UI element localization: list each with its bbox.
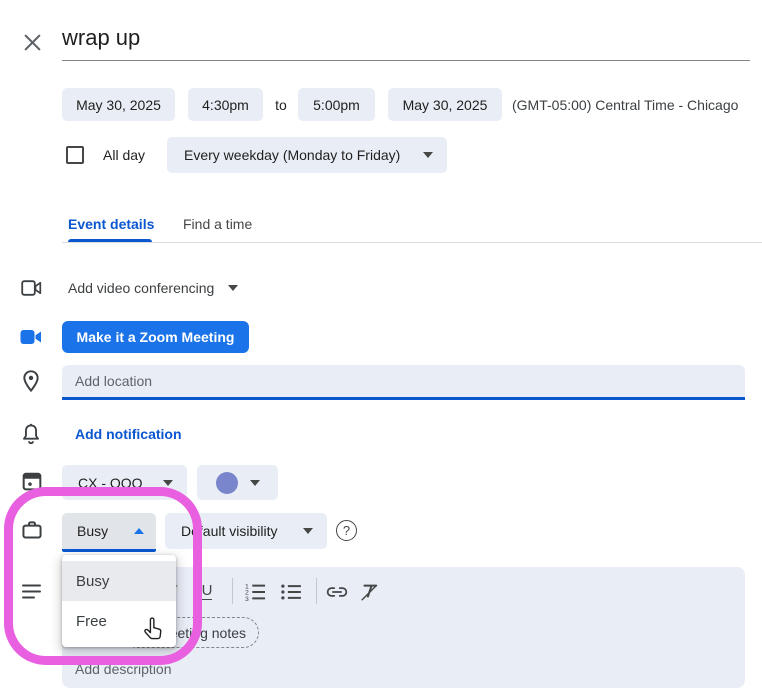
end-time-chip[interactable]: 5:00pm — [298, 88, 375, 121]
busy-free-menu: Busy Free — [62, 555, 176, 647]
description-lines-icon — [22, 584, 41, 599]
timezone-label[interactable]: (GMT-05:00) Central Time - Chicago — [512, 88, 738, 121]
bulleted-list-icon — [280, 583, 302, 601]
tab-find-a-time[interactable]: Find a time — [183, 216, 252, 232]
numbered-list-button[interactable]: 1 2 3 — [242, 579, 268, 604]
all-day-checkbox[interactable] — [66, 146, 84, 164]
visibility-value: Default visibility — [181, 523, 277, 539]
briefcase-icon — [22, 520, 42, 539]
busy-free-select[interactable]: Busy — [62, 513, 156, 552]
tab-event-details[interactable]: Event details — [68, 216, 154, 232]
event-color-swatch — [216, 472, 238, 494]
menu-item-busy[interactable]: Busy — [62, 561, 176, 601]
event-title-input[interactable]: wrap up — [62, 25, 140, 51]
make-zoom-meeting-button[interactable]: Make it a Zoom Meeting — [62, 321, 249, 353]
chevron-down-icon — [228, 285, 238, 291]
event-edit-dialog: wrap up May 30, 2025 4:30pm to 5:00pm Ma… — [0, 0, 762, 691]
underline-icon: U — [202, 583, 213, 600]
location-pin-icon — [21, 370, 41, 394]
menu-item-free[interactable]: Free — [62, 601, 176, 641]
insert-link-button[interactable] — [324, 579, 350, 604]
calendar-select[interactable]: CX - OOO — [62, 465, 187, 500]
all-day-label: All day — [103, 137, 145, 173]
recurrence-value: Every weekday (Monday to Friday) — [184, 147, 400, 163]
bell-icon — [21, 423, 41, 445]
add-notification-button[interactable]: Add notification — [75, 426, 182, 442]
close-icon — [23, 33, 42, 52]
close-button[interactable] — [20, 30, 44, 54]
title-underline — [62, 60, 750, 61]
tabs-divider — [62, 242, 762, 243]
question-mark-icon: ? — [343, 523, 350, 538]
underline-button[interactable]: U — [194, 579, 220, 604]
chevron-down-icon — [303, 528, 313, 534]
clear-formatting-icon — [358, 582, 380, 602]
toolbar-separator — [316, 578, 317, 604]
videocam-filled-icon — [20, 329, 42, 345]
add-video-conferencing-select[interactable]: Add video conferencing — [68, 278, 238, 298]
visibility-select[interactable]: Default visibility — [165, 513, 327, 549]
start-time-chip[interactable]: 4:30pm — [188, 88, 263, 121]
chevron-down-icon — [423, 152, 433, 158]
toolbar-separator — [232, 578, 233, 604]
svg-text:3: 3 — [245, 596, 249, 602]
videocam-outline-icon — [21, 279, 42, 297]
chevron-down-icon — [250, 480, 260, 486]
numbered-list-icon: 1 2 3 — [244, 582, 266, 602]
recurrence-select[interactable]: Every weekday (Monday to Friday) — [167, 137, 447, 173]
start-date-chip[interactable]: May 30, 2025 — [62, 88, 175, 121]
busy-free-value: Busy — [77, 523, 108, 539]
link-icon — [326, 586, 348, 598]
visibility-help-button[interactable]: ? — [336, 520, 357, 541]
event-color-select[interactable] — [197, 465, 278, 500]
location-input[interactable] — [62, 365, 745, 400]
add-video-conferencing-label: Add video conferencing — [68, 280, 214, 296]
description-placeholder: Add description — [75, 661, 172, 677]
to-label: to — [266, 88, 296, 121]
chevron-down-icon — [163, 480, 173, 486]
calendar-name: CX - OOO — [78, 475, 143, 491]
chevron-up-icon — [134, 528, 144, 534]
end-date-chip[interactable]: May 30, 2025 — [388, 88, 502, 121]
bulleted-list-button[interactable] — [278, 579, 304, 604]
clear-formatting-button[interactable] — [356, 579, 382, 604]
calendar-icon — [22, 471, 42, 491]
